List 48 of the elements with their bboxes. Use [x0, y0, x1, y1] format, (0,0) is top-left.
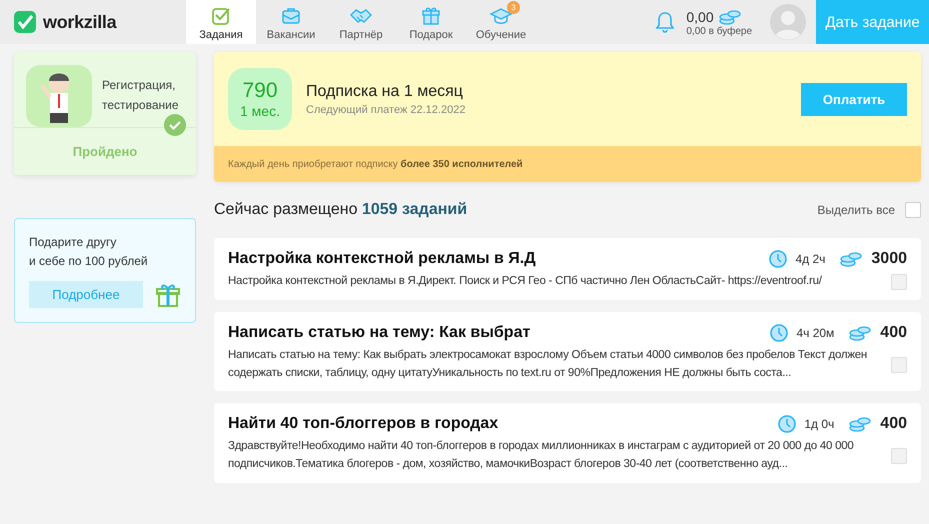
task-price: 3000	[871, 250, 907, 268]
coins-icon	[848, 415, 872, 434]
clock-icon	[778, 415, 796, 434]
deadline-text: 4д 2ч	[795, 252, 826, 266]
task-checkbox[interactable]	[891, 448, 907, 464]
subscription-title: Подписка на 1 месяц	[306, 82, 464, 100]
logo-icon	[13, 10, 37, 34]
task-checkbox[interactable]	[891, 274, 907, 290]
select-all-label: Выделить все	[817, 203, 895, 217]
gift-icon	[155, 282, 181, 308]
nav-tab[interactable]: Подарок	[396, 0, 466, 44]
logo-text[interactable]: workzilla	[43, 12, 116, 32]
nav-tab[interactable]: Задания	[186, 0, 256, 44]
deadline-text: 4ч 20м	[796, 326, 834, 340]
next-payment-text: Следующий платеж 22.12.2022	[306, 104, 466, 116]
referral-text: Подарите другу и себе по 100 рублей	[29, 234, 149, 270]
avatar-icon	[770, 4, 806, 40]
tasks-count-heading: Сейчас размещено 1059 заданий	[214, 201, 468, 219]
gift-icon	[420, 5, 442, 27]
price-badge: 790 1 мес.	[228, 68, 292, 130]
select-all-checkbox[interactable]	[905, 202, 921, 218]
deadline-text: 1д 0ч	[804, 417, 834, 432]
task-title[interactable]: Настройка контекстной рекламы в Я.Д	[228, 250, 762, 268]
task-price: 400	[880, 324, 907, 342]
nav-tab[interactable]: Вакансии	[256, 0, 326, 44]
bell-icon	[654, 10, 676, 34]
onboarding-text: Регистрация, тестирование	[102, 77, 178, 114]
task-price: 400	[880, 415, 907, 434]
clock-icon	[769, 250, 788, 268]
task-checkbox[interactable]	[891, 356, 907, 373]
checkbox-icon	[210, 5, 232, 27]
nav-tab[interactable]: Обучение 3	[466, 0, 536, 44]
task-description: Написать статью на тему: Как выбрать электросамокат взрослому Объем статьи 4000 символов без пробелов Текст должен содержать списки, таблицу, одну цитатуУникальность по text.ru от 90%Предложения НЕ должны быть соста...	[228, 348, 868, 381]
task-description: Настройка контекстной рекламы в Я.Директ. Поиск и РСЯ Гео - СПб частично Лен ОбластьСайт- https://eventroof.ru/	[228, 274, 823, 289]
balance-amount: 0,00	[686, 8, 714, 24]
buffer-amount: 0,00 в буфере	[686, 26, 752, 36]
coins-icon	[848, 324, 872, 342]
task-title[interactable]: Найти 40 топ-блоггеров в городах	[228, 415, 770, 434]
status-label: Пройдено	[72, 144, 138, 159]
task-title[interactable]: Написать статью на тему: Как выбрат	[228, 324, 762, 342]
coins-icon	[718, 8, 742, 26]
clock-icon	[770, 324, 788, 342]
coins-icon	[839, 250, 864, 268]
cartoon-figure-icon	[26, 62, 92, 128]
task-description: Здравствуйте!Необходимо найти 40 топ-блоггеров в городах миллионниках в инстаграм с аудиторией от 20 000 до 40 000 подписчиков.Тематика блогеров - дом, хозяйство, мамочкиВозраст блогеров 30-40 лет (соответственно ауд...	[228, 439, 855, 472]
nav-tab[interactable]: Партнёр	[326, 0, 396, 44]
count-badge: 3	[507, 1, 520, 14]
subscription-note: Каждый день приобретают подписку более 350 исполнителей	[228, 158, 523, 170]
